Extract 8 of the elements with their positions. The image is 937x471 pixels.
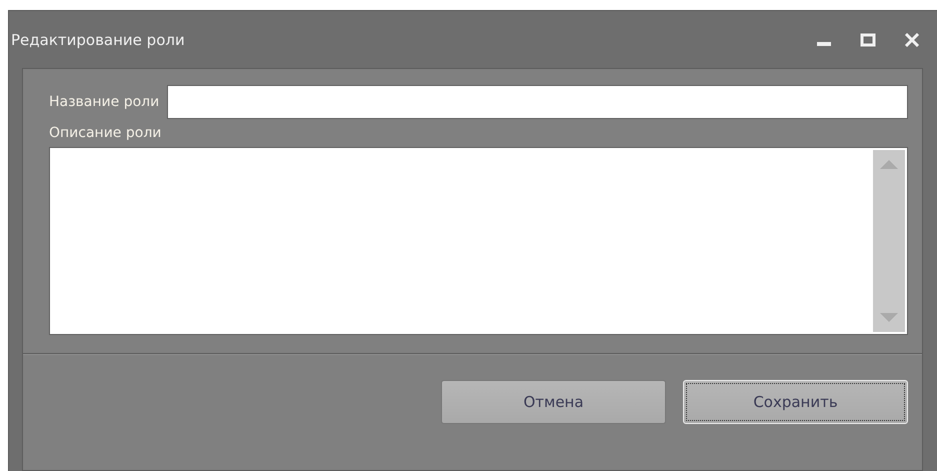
close-icon[interactable] — [903, 32, 921, 46]
maximize-icon[interactable] — [859, 32, 877, 46]
window-title: Редактирование роли — [11, 30, 186, 48]
field-label: Описание роли — [49, 125, 162, 141]
cancel-button[interactable]: Отмена — [441, 380, 666, 424]
save-button[interactable]: Сохранить — [683, 380, 908, 424]
input-field[interactable] — [167, 85, 908, 119]
field-label: Название роли — [49, 94, 160, 110]
